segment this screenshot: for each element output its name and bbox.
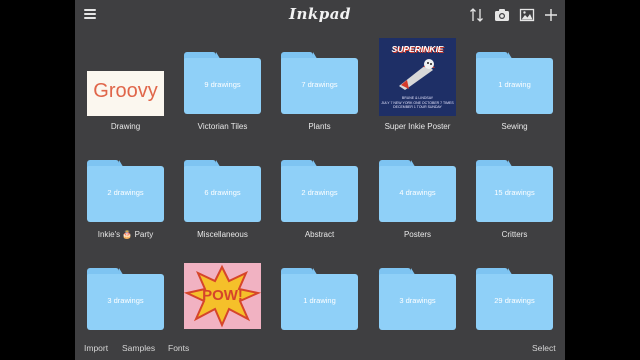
folder-icon: 7 drawings <box>281 52 358 114</box>
plus-icon[interactable] <box>542 6 560 24</box>
drawing-item[interactable]: POW! <box>184 263 264 333</box>
folder-count: 7 drawings <box>301 80 338 89</box>
folder-count: 4 drawings <box>399 188 436 197</box>
folder-icon: 29 drawings <box>476 268 553 330</box>
bottom-toolbar: Import Samples Fonts Select <box>75 338 565 360</box>
folder-count: 1 drawing <box>498 80 531 89</box>
item-label: Victorian Tiles <box>197 122 248 131</box>
folder-icon: 9 drawings <box>184 52 261 114</box>
item-label: Posters <box>403 230 432 239</box>
folder-item[interactable]: 1 drawing <box>281 268 361 338</box>
camera-icon[interactable] <box>493 6 511 24</box>
image-icon[interactable] <box>518 6 536 24</box>
folder-item[interactable]: 4 drawings Posters <box>379 160 459 245</box>
folder-item[interactable]: 3 drawings <box>87 268 167 338</box>
item-label: Abstract <box>304 230 335 239</box>
folder-count: 15 drawings <box>494 188 535 197</box>
item-label: Sewing <box>501 122 528 131</box>
folder-item[interactable]: 6 drawings Miscellaneous <box>184 160 264 245</box>
folder-count: 6 drawings <box>204 188 241 197</box>
samples-button[interactable]: Samples <box>122 343 155 353</box>
folder-count: 2 drawings <box>107 188 144 197</box>
folder-icon: 2 drawings <box>281 160 358 222</box>
folder-icon: 4 drawings <box>379 160 456 222</box>
item-label: Miscellaneous <box>197 230 248 239</box>
folder-icon: 1 drawing <box>281 268 358 330</box>
folder-icon: 6 drawings <box>184 160 261 222</box>
folder-item[interactable]: 9 drawings Victorian Tiles <box>184 38 264 138</box>
folder-item[interactable]: 15 drawings Critters <box>476 160 556 245</box>
drawing-thumbnail: Groovy <box>87 71 164 116</box>
folder-icon: 3 drawings <box>87 268 164 330</box>
drawing-item[interactable]: SUPERINKIE BRUNE & LINDSAY JULY 7 NEW YO… <box>379 38 459 138</box>
folder-icon: 3 drawings <box>379 268 456 330</box>
folder-count: 3 drawings <box>399 296 436 305</box>
item-label: Plants <box>308 122 331 131</box>
folder-count: 3 drawings <box>107 296 144 305</box>
folder-item[interactable]: 1 drawing Sewing <box>476 38 556 138</box>
folder-item[interactable]: 2 drawings Inkie's 🎂 Party <box>87 160 167 245</box>
pow-text: POW! <box>202 287 243 304</box>
poster-caption-line: DECEMBER 1 TOUR SUNDAY <box>393 105 442 109</box>
folder-count: 9 drawings <box>204 80 241 89</box>
app-title: Inkpad <box>288 5 351 23</box>
import-button[interactable]: Import <box>84 343 108 353</box>
folder-count: 1 drawing <box>303 296 336 305</box>
item-label: Super Inkie Poster <box>384 122 451 131</box>
item-label: Inkie's 🎂 Party <box>97 230 154 239</box>
folder-item[interactable]: 7 drawings Plants <box>281 38 361 138</box>
folder-icon: 2 drawings <box>87 160 164 222</box>
item-label: Drawing <box>110 122 141 131</box>
pow-thumbnail: POW! <box>184 263 261 329</box>
top-toolbar: Inkpad <box>75 0 565 30</box>
thumbnail-text: Groovy <box>93 80 158 102</box>
inkpad-app: Inkpad Groovy Drawing 9 drawings Victori… <box>75 0 565 360</box>
folder-icon: 1 drawing <box>476 52 553 114</box>
folder-item[interactable]: 3 drawings <box>379 268 459 338</box>
folder-item[interactable]: 2 drawings Abstract <box>281 160 361 245</box>
sort-arrows-icon[interactable] <box>468 6 486 24</box>
poster-thumbnail: SUPERINKIE BRUNE & LINDSAY JULY 7 NEW YO… <box>379 38 456 116</box>
drawing-item[interactable]: Groovy Drawing <box>87 38 167 138</box>
fonts-button[interactable]: Fonts <box>168 343 189 353</box>
rocket-illustration-icon <box>399 59 435 90</box>
select-button[interactable]: Select <box>532 343 556 353</box>
folder-icon: 15 drawings <box>476 160 553 222</box>
poster-caption: BRUNE & LINDSAY JULY 7 NEW YORK ONE OCTO… <box>381 96 454 110</box>
poster-title: SUPERINKIE <box>391 44 444 54</box>
folder-count: 29 drawings <box>494 296 535 305</box>
folder-item[interactable]: 29 drawings <box>476 268 556 338</box>
item-label: Critters <box>501 230 528 239</box>
folder-count: 2 drawings <box>301 188 338 197</box>
